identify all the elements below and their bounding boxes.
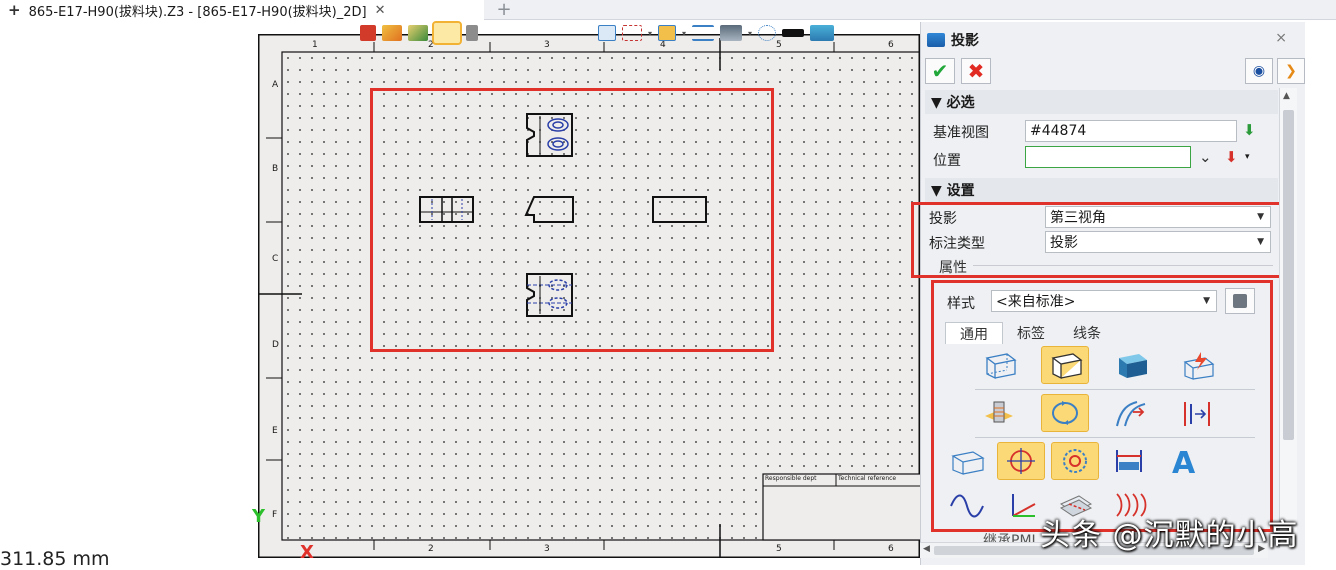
watermark-text: 头条 @沉默的小高 — [1040, 518, 1299, 553]
dropdown-arrow-icon[interactable]: ▾ — [748, 29, 752, 38]
document-tab-label: 865-E17-H90(拔料块).Z3 - [865-E17-H90(拔料块)_… — [28, 4, 367, 20]
bottom-projection-view[interactable] — [524, 272, 576, 318]
x-axis-label: X — [300, 542, 314, 563]
row-letter: E — [272, 426, 278, 436]
collapse-panel-icon[interactable]: ⨯ — [1275, 30, 1287, 46]
col-number: 6 — [888, 40, 894, 50]
col-number: 6 — [888, 544, 894, 554]
right-projection-view[interactable] — [651, 195, 709, 225]
filter-icon[interactable] — [466, 25, 478, 41]
help-button[interactable]: ❯ — [1277, 58, 1305, 84]
eye-icon: ◉ — [1252, 63, 1266, 79]
scrollbar-thumb[interactable] — [1283, 110, 1294, 440]
row-letter: C — [272, 254, 279, 264]
exit-icon[interactable] — [360, 25, 376, 41]
dimension-icon[interactable] — [692, 25, 715, 41]
position-label: 位置 — [933, 153, 961, 169]
position-field[interactable] — [1025, 146, 1191, 168]
attributes-highlight-box — [931, 280, 1273, 532]
dotted-circle-icon[interactable] — [758, 25, 777, 41]
dashed-frame-icon[interactable] — [622, 25, 642, 41]
scroll-left-icon[interactable]: ◀ — [923, 544, 930, 554]
panel-scrollbar[interactable]: ▲ — [1279, 88, 1297, 548]
coordinate-readout: 311.85 mm — [0, 548, 110, 570]
document-tab-bar: + 865-E17-H90(拔料块).Z3 - [865-E17-H90(拔料块… — [0, 0, 1336, 20]
dropdown-arrow-icon[interactable]: ▾ — [682, 29, 686, 38]
modified-indicator-icon: + — [8, 1, 21, 19]
scroll-up-icon[interactable]: ▲ — [1283, 91, 1290, 101]
projection-view-icon[interactable] — [432, 21, 462, 45]
line-color-icon[interactable] — [782, 29, 805, 37]
section-icon[interactable] — [598, 25, 616, 41]
settings-highlight-box — [911, 202, 1295, 278]
paint-icon[interactable] — [408, 25, 428, 41]
layer-icon[interactable] — [810, 25, 835, 41]
panel-title-label: 投影 — [951, 33, 979, 49]
help-icon: ❯ — [1285, 63, 1297, 79]
panel-title: 投影 — [927, 30, 979, 50]
document-tab[interactable]: + 865-E17-H90(拔料块).Z3 - [865-E17-H90(拔料块… — [0, 0, 484, 20]
image-icon[interactable] — [658, 25, 677, 41]
right-margin — [1305, 22, 1336, 565]
projection-panel: 投影 ⨯ ✔ ✖ ◉ ❯ ▼ 必选 基准视图 #44874 ⬇ 位置 ⌄ ⬇ ▾… — [911, 22, 1305, 565]
row-letter: A — [272, 80, 279, 90]
title-block-cell: Technical reference — [838, 475, 897, 482]
base-front-view[interactable] — [522, 195, 576, 225]
dropdown-arrow-icon[interactable]: ▾ — [1245, 152, 1250, 162]
close-tab-icon[interactable]: ✕ — [375, 3, 386, 18]
col-number: 2 — [428, 544, 434, 554]
y-axis-label: Y — [252, 506, 266, 527]
info-button[interactable]: ◉ — [1245, 58, 1273, 84]
screen-icon[interactable] — [720, 25, 743, 41]
drawing-toolbar — [360, 21, 478, 45]
col-number: 5 — [776, 544, 782, 554]
projection-icon — [927, 33, 945, 47]
drawing-canvas[interactable]: 1 2 3 4 5 6 2 3 5 6 A B C D E F Responsi… — [0, 20, 920, 570]
settings-section-header[interactable]: ▼ 设置 — [925, 178, 1278, 202]
ok-button[interactable]: ✔ — [925, 58, 955, 84]
brush-icon[interactable] — [382, 25, 402, 41]
chevron-double-down-icon[interactable]: ⌄ — [1199, 148, 1212, 166]
required-section-header[interactable]: ▼ 必选 — [925, 90, 1278, 114]
row-letter: F — [272, 510, 278, 520]
row-letter: B — [272, 164, 279, 174]
base-view-field[interactable]: #44874 — [1025, 120, 1237, 142]
title-block-cell: Responsible dept — [765, 475, 817, 482]
row-letter: D — [272, 340, 279, 350]
top-projection-view[interactable] — [524, 112, 576, 158]
pick-down-arrow-icon[interactable]: ⬇ — [1243, 121, 1256, 139]
left-projection-view[interactable] — [418, 195, 476, 225]
pick-red-arrow-icon[interactable]: ⬇ — [1225, 148, 1238, 166]
cancel-button[interactable]: ✖ — [961, 58, 991, 84]
dropdown-arrow-icon[interactable]: ▾ — [648, 29, 652, 38]
col-number: 3 — [544, 40, 550, 50]
col-number: 1 — [312, 40, 318, 50]
attributes-group-title: 属性 — [939, 260, 967, 276]
col-number: 3 — [544, 544, 550, 554]
new-tab-button[interactable]: + — [494, 0, 514, 20]
base-view-label: 基准视图 — [933, 125, 989, 141]
drawing-toolbar-right: ▾ ▾ ▾ — [598, 22, 835, 44]
group-divider — [973, 265, 1273, 266]
